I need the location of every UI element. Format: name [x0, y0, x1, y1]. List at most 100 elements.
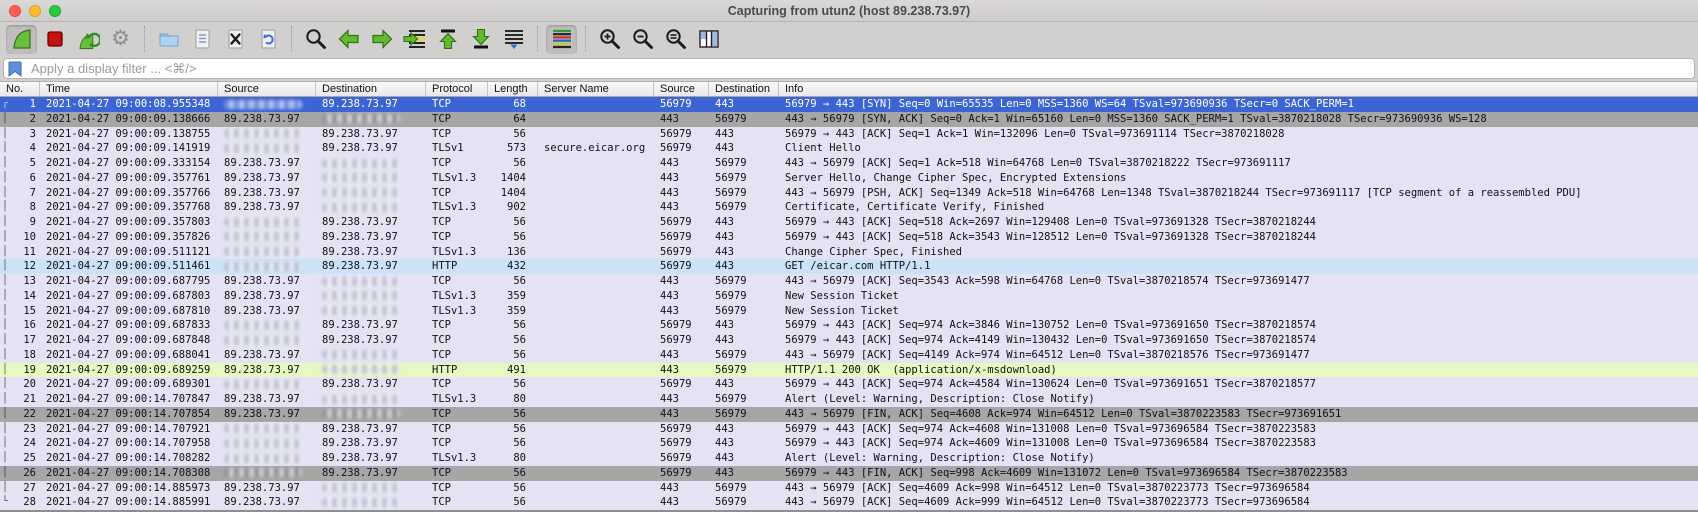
- related-packet-mark: │: [0, 422, 10, 437]
- first-packet-button[interactable]: [432, 25, 463, 54]
- packet-row[interactable]: │62021-04-27 09:00:09.35776189.238.73.97…: [0, 171, 1698, 186]
- packet-row[interactable]: │32021-04-27 09:00:09.13875589.238.73.97…: [0, 127, 1698, 142]
- related-packet-mark: │: [0, 451, 10, 466]
- cell-time: 2021-04-27 09:00:09.687833: [40, 318, 218, 333]
- cell-protocol: TLSv1.3: [426, 392, 488, 407]
- cell-destination-port: 56979: [709, 495, 779, 510]
- packet-row[interactable]: │192021-04-27 09:00:09.68925989.238.73.9…: [0, 363, 1698, 378]
- zoom-in-button[interactable]: [594, 25, 625, 54]
- cell-time: 2021-04-27 09:00:09.141919: [40, 141, 218, 156]
- open-file-icon: [157, 27, 181, 51]
- packet-row[interactable]: │122021-04-27 09:00:09.51146189.238.73.9…: [0, 259, 1698, 274]
- auto-scroll-button[interactable]: [498, 25, 529, 54]
- packet-row[interactable]: │222021-04-27 09:00:14.70785489.238.73.9…: [0, 407, 1698, 422]
- packet-row[interactable]: │52021-04-27 09:00:09.33315489.238.73.97…: [0, 156, 1698, 171]
- packet-row[interactable]: │142021-04-27 09:00:09.68780389.238.73.9…: [0, 289, 1698, 304]
- cell-source-port: 56979: [654, 245, 709, 260]
- last-packet-button[interactable]: [465, 25, 496, 54]
- column-header-time-1[interactable]: Time: [40, 82, 218, 96]
- packet-row[interactable]: │22021-04-27 09:00:09.13866689.238.73.97…: [0, 112, 1698, 127]
- cell-source-port: 443: [654, 495, 709, 510]
- packet-row[interactable]: │252021-04-27 09:00:14.70828289.238.73.9…: [0, 451, 1698, 466]
- column-header-info-9[interactable]: Info: [779, 82, 1698, 96]
- cell-protocol: TCP: [426, 407, 488, 422]
- resize-columns-button[interactable]: [693, 25, 724, 54]
- next-packet-button[interactable]: [366, 25, 397, 54]
- cell-length: 80: [488, 392, 538, 407]
- cell-source-address: 89.238.73.97: [218, 304, 316, 319]
- cell-source-address: [218, 422, 316, 437]
- packet-row[interactable]: ┌12021-04-27 09:00:08.95534889.238.73.97…: [0, 97, 1698, 112]
- column-header-length-5[interactable]: Length: [488, 82, 538, 96]
- cell-source-port: 56979: [654, 466, 709, 481]
- cell-destination-address: [316, 495, 426, 510]
- column-header-server-name-6[interactable]: Server Name: [538, 82, 654, 96]
- zoom-out-button[interactable]: [627, 25, 658, 54]
- column-header-source-2[interactable]: Source: [218, 82, 316, 96]
- open-file-button[interactable]: [153, 25, 184, 54]
- column-header-source-7[interactable]: Source: [654, 82, 709, 96]
- cell-time: 2021-04-27 09:00:09.689301: [40, 377, 218, 392]
- go-to-packet-button[interactable]: [399, 25, 430, 54]
- packet-row[interactable]: │72021-04-27 09:00:09.35776689.238.73.97…: [0, 186, 1698, 201]
- related-packet-mark: │: [0, 127, 10, 142]
- save-file-button[interactable]: [186, 25, 217, 54]
- cell-destination-port: 56979: [709, 112, 779, 127]
- packet-row[interactable]: │42021-04-27 09:00:09.14191989.238.73.97…: [0, 141, 1698, 156]
- close-button[interactable]: [9, 5, 21, 17]
- redacted-address: [322, 395, 400, 404]
- display-filter-input[interactable]: [3, 58, 1695, 79]
- cell-source-address: 89.238.73.97: [218, 481, 316, 496]
- previous-packet-button[interactable]: [333, 25, 364, 54]
- packet-row[interactable]: │172021-04-27 09:00:09.68784889.238.73.9…: [0, 333, 1698, 348]
- packet-row[interactable]: │262021-04-27 09:00:14.70830889.238.73.9…: [0, 466, 1698, 481]
- redacted-address: [224, 144, 302, 153]
- cell-source-port: 443: [654, 481, 709, 496]
- capture-options-button[interactable]: ⚙: [105, 25, 136, 54]
- pane-divider[interactable]: [0, 510, 1698, 530]
- packet-row[interactable]: │152021-04-27 09:00:09.68781089.238.73.9…: [0, 304, 1698, 319]
- column-header-no-0[interactable]: No.: [0, 82, 40, 96]
- packet-row[interactable]: │182021-04-27 09:00:09.68804189.238.73.9…: [0, 348, 1698, 363]
- stop-capture-button[interactable]: [39, 25, 70, 54]
- packet-row[interactable]: │232021-04-27 09:00:14.70792189.238.73.9…: [0, 422, 1698, 437]
- find-packet-button[interactable]: [300, 25, 331, 54]
- cell-source-address: 89.238.73.97: [218, 392, 316, 407]
- restart-capture-button[interactable]: [72, 25, 103, 54]
- cell-length: 56: [488, 215, 538, 230]
- packet-row[interactable]: │82021-04-27 09:00:09.35776889.238.73.97…: [0, 200, 1698, 215]
- cell-source-address: 89.238.73.97: [218, 348, 316, 363]
- zoom-original-button[interactable]: [660, 25, 691, 54]
- packet-row[interactable]: │92021-04-27 09:00:09.35780389.238.73.97…: [0, 215, 1698, 230]
- minimize-button[interactable]: [29, 5, 41, 17]
- zoom-button[interactable]: [49, 5, 61, 17]
- filter-bookmark-icon[interactable]: [8, 61, 22, 77]
- start-capture-button[interactable]: [6, 25, 37, 54]
- close-file-button[interactable]: [219, 25, 250, 54]
- packet-row[interactable]: │242021-04-27 09:00:14.70795889.238.73.9…: [0, 436, 1698, 451]
- related-packet-mark: │: [0, 481, 10, 496]
- packet-row[interactable]: │132021-04-27 09:00:09.68779589.238.73.9…: [0, 274, 1698, 289]
- packet-row[interactable]: │102021-04-27 09:00:09.35782689.238.73.9…: [0, 230, 1698, 245]
- cell-number: 26: [10, 466, 40, 481]
- packet-list: ┌12021-04-27 09:00:08.95534889.238.73.97…: [0, 97, 1698, 510]
- packet-row[interactable]: │272021-04-27 09:00:14.88597389.238.73.9…: [0, 481, 1698, 496]
- cell-source-port: 56979: [654, 215, 709, 230]
- zoom-out-icon: [631, 27, 655, 51]
- column-header-protocol-4[interactable]: Protocol: [426, 82, 488, 96]
- packet-row[interactable]: │212021-04-27 09:00:14.70784789.238.73.9…: [0, 392, 1698, 407]
- packet-row[interactable]: │202021-04-27 09:00:09.68930189.238.73.9…: [0, 377, 1698, 392]
- cell-number: 3: [10, 127, 40, 142]
- cell-destination-port: 443: [709, 97, 779, 112]
- reload-file-button[interactable]: [252, 25, 283, 54]
- colorize-button[interactable]: [546, 25, 577, 54]
- packet-row[interactable]: │112021-04-27 09:00:09.51112189.238.73.9…: [0, 245, 1698, 260]
- column-header-destination-8[interactable]: Destination: [709, 82, 779, 96]
- cell-length: 573: [488, 141, 538, 156]
- packet-row[interactable]: └282021-04-27 09:00:14.88599189.238.73.9…: [0, 495, 1698, 510]
- cell-destination-address: 89.238.73.97: [316, 436, 426, 451]
- packet-row[interactable]: │162021-04-27 09:00:09.68783389.238.73.9…: [0, 318, 1698, 333]
- cell-destination-port: 56979: [709, 304, 779, 319]
- related-packet-mark: │: [0, 466, 10, 481]
- column-header-destination-3[interactable]: Destination: [316, 82, 426, 96]
